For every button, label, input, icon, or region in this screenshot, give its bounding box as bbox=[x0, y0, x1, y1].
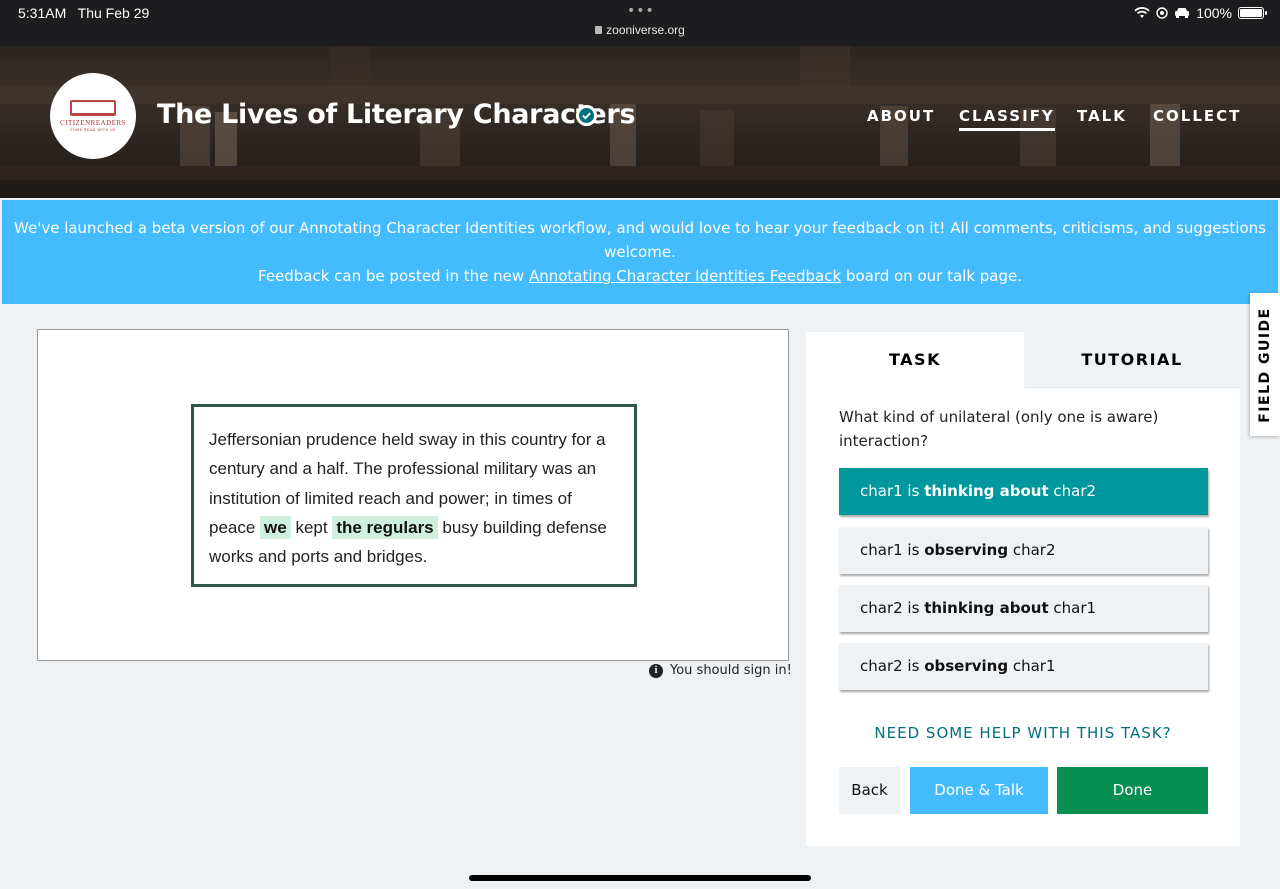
wifi-icon bbox=[1134, 7, 1150, 18]
highlight-the-regulars[interactable]: the regulars bbox=[332, 515, 438, 539]
more-dots-icon[interactable]: ••• bbox=[627, 3, 655, 19]
answer-option-3[interactable]: char2 is thinking about char1 bbox=[839, 585, 1208, 632]
status-bar: 5:31AM Thu Feb 29 ••• zooniverse.org 100… bbox=[0, 0, 1280, 46]
nav-classify[interactable]: CLASSIFY bbox=[959, 107, 1055, 131]
highlight-we[interactable]: we bbox=[260, 515, 291, 539]
subject-viewer[interactable]: Jeffersonian prudence held sway in this … bbox=[37, 329, 789, 661]
field-guide-tab[interactable]: FIELD GUIDE bbox=[1250, 293, 1280, 436]
banner-feedback-line: Feedback can be posted in the new Annota… bbox=[257, 267, 1023, 285]
verified-check-icon bbox=[576, 105, 597, 126]
project-logo[interactable]: CITIZENREADERS COME READ WITH US bbox=[50, 73, 136, 159]
battery-icon bbox=[1238, 7, 1267, 19]
status-time: 5:31AM Thu Feb 29 bbox=[18, 5, 150, 21]
project-header: CITIZENREADERS COME READ WITH US The Liv… bbox=[0, 46, 1280, 198]
status-icons: 100% bbox=[1134, 5, 1267, 21]
answer-option-4[interactable]: char2 is observing char1 bbox=[839, 643, 1208, 690]
answer-option-1[interactable]: char1 is thinking about char2 bbox=[839, 468, 1208, 515]
done-and-talk-button[interactable]: Done & Talk bbox=[910, 767, 1048, 814]
banner-text: We've launched a beta version of our Ann… bbox=[14, 219, 1266, 261]
nav-collect[interactable]: COLLECT bbox=[1153, 107, 1241, 125]
nav-talk[interactable]: TALK bbox=[1077, 107, 1127, 125]
done-button[interactable]: Done bbox=[1057, 767, 1208, 814]
books-icon bbox=[70, 100, 116, 116]
back-button[interactable]: Back bbox=[839, 767, 900, 814]
task-tabs: TASK TUTORIAL bbox=[806, 332, 1240, 388]
url-bar[interactable]: zooniverse.org bbox=[0, 23, 1280, 37]
battery-percent: 100% bbox=[1196, 5, 1232, 21]
location-icon bbox=[1156, 7, 1168, 19]
tab-task[interactable]: TASK bbox=[806, 332, 1024, 388]
task-panel: TASK TUTORIAL What kind of unilateral (o… bbox=[806, 332, 1240, 846]
text-passage: Jeffersonian prudence held sway in this … bbox=[191, 404, 637, 587]
tab-tutorial[interactable]: TUTORIAL bbox=[1024, 332, 1240, 388]
project-title[interactable]: The Lives of Literary Characters bbox=[157, 99, 636, 130]
announcement-banner: We've launched a beta version of our Ann… bbox=[2, 200, 1278, 304]
lock-icon bbox=[595, 26, 603, 34]
home-indicator[interactable] bbox=[469, 875, 811, 881]
task-question: What kind of unilateral (only one is awa… bbox=[839, 408, 1159, 450]
feedback-board-link[interactable]: Annotating Character Identities Feedback bbox=[529, 267, 841, 285]
car-icon bbox=[1175, 8, 1190, 18]
task-help-link[interactable]: NEED SOME HELP WITH THIS TASK? bbox=[806, 724, 1240, 742]
info-icon: i bbox=[649, 663, 663, 678]
nav-about[interactable]: ABOUT bbox=[867, 107, 935, 125]
answer-option-2[interactable]: char1 is observing char2 bbox=[839, 527, 1208, 574]
sign-in-notice[interactable]: i You should sign in! bbox=[649, 663, 792, 678]
